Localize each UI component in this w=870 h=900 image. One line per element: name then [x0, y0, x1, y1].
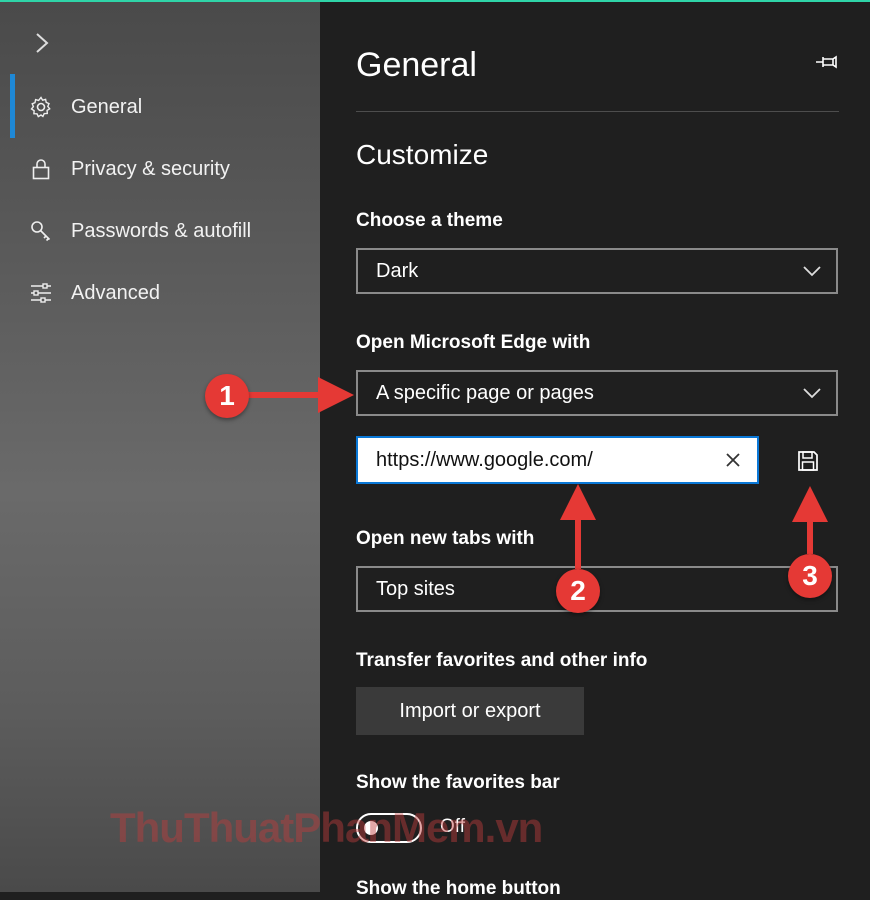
annotation-badge-3: 3 — [788, 554, 832, 598]
save-icon[interactable] — [796, 449, 820, 473]
sidebar-item-label: General — [71, 95, 143, 118]
annotation-badge-2: 2 — [556, 569, 600, 613]
new-tabs-value: Top sites — [376, 577, 455, 600]
theme-dropdown[interactable]: Dark — [356, 248, 838, 294]
settings-panel: General Customize Choose a theme Dark Op… — [320, 2, 870, 899]
sidebar-item-label: Privacy & security — [71, 157, 230, 180]
import-export-button[interactable]: Import or export — [356, 687, 584, 735]
lock-icon — [28, 156, 54, 182]
sidebar-item-advanced[interactable]: Advanced — [28, 275, 160, 311]
sliders-icon — [28, 280, 54, 306]
sidebar-item-general[interactable]: General — [28, 89, 142, 125]
sidebar: General Privacy & security Passwords & a… — [0, 2, 320, 892]
url-input-value: https://www.google.com/ — [376, 448, 593, 471]
annotation-badge-1: 1 — [205, 374, 249, 418]
favorites-bar-label: Show the favorites bar — [356, 772, 560, 793]
close-icon[interactable] — [723, 450, 743, 470]
gear-icon — [28, 94, 54, 120]
open-with-dropdown[interactable]: A specific page or pages — [356, 370, 838, 416]
active-indicator — [10, 74, 15, 138]
theme-label: Choose a theme — [356, 210, 503, 231]
expand-chevron-icon[interactable] — [31, 28, 53, 58]
transfer-label: Transfer favorites and other info — [356, 650, 648, 671]
watermark: ThuThuatPhanMem.vn — [110, 804, 543, 851]
url-input[interactable]: https://www.google.com/ — [356, 436, 759, 484]
key-icon — [28, 218, 54, 244]
chevron-down-icon — [803, 388, 821, 399]
section-heading: Customize — [356, 139, 489, 170]
page-title: General — [356, 46, 477, 84]
sidebar-item-passwords[interactable]: Passwords & autofill — [28, 213, 251, 249]
new-tabs-label: Open new tabs with — [356, 528, 535, 549]
window-frame: General Privacy & security Passwords & a… — [0, 0, 870, 899]
open-with-label: Open Microsoft Edge with — [356, 332, 591, 353]
theme-value: Dark — [376, 259, 419, 282]
divider — [356, 111, 839, 112]
open-with-value: A specific page or pages — [376, 381, 594, 404]
chevron-down-icon — [803, 266, 821, 277]
sidebar-item-label: Advanced — [71, 281, 160, 304]
pin-icon[interactable] — [814, 52, 840, 72]
sidebar-item-label: Passwords & autofill — [71, 219, 252, 242]
home-button-label: Show the home button — [356, 878, 561, 899]
sidebar-item-privacy[interactable]: Privacy & security — [28, 151, 230, 187]
